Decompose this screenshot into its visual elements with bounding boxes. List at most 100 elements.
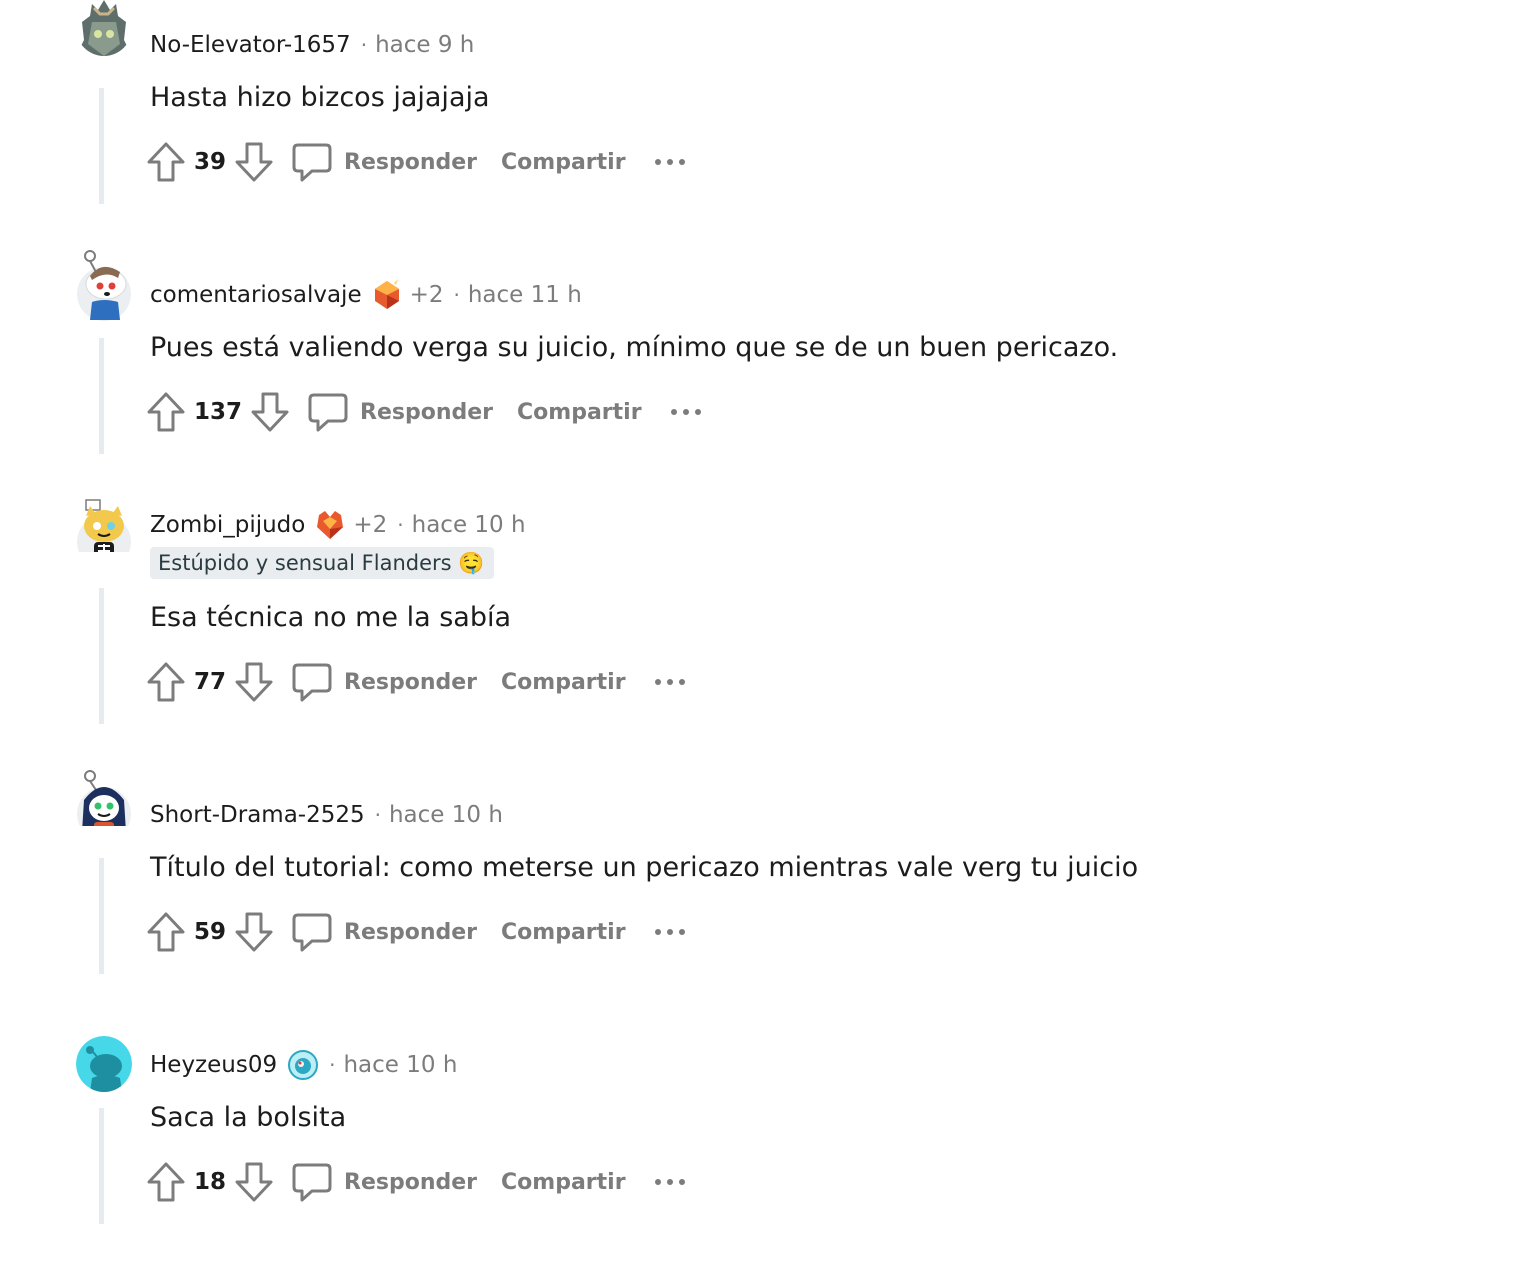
comment: Heyzeus09 · hace 10 h Saca la bolsita 18… [0, 1020, 1530, 1230]
comment-meta: Zombi_pijudo +2 · hace 10 h [150, 508, 526, 542]
cat-skeleton-avatar-icon[interactable] [76, 496, 132, 552]
comment-actions: 59 Responder Compartir [146, 910, 686, 954]
downvote-button[interactable] [234, 662, 274, 702]
share-button[interactable]: Compartir [501, 670, 626, 695]
downvote-button[interactable] [250, 392, 290, 432]
ellipsis-icon [654, 1179, 685, 1185]
hooded-snoo-avatar-icon[interactable] [76, 770, 132, 826]
comment-text: Hasta hizo bizcos jajajaja [150, 82, 490, 113]
comment-meta: No-Elevator-1657 · hace 9 h [150, 28, 474, 62]
ellipsis-icon [670, 409, 701, 415]
share-label: Compartir [517, 399, 642, 425]
more-options-button[interactable] [670, 392, 702, 432]
share-button[interactable]: Compartir [501, 1170, 626, 1195]
upvote-arrow-icon [147, 142, 185, 182]
more-options-button[interactable] [654, 912, 686, 952]
downvote-arrow-icon [235, 142, 273, 182]
robot-helmet-avatar-icon[interactable] [76, 0, 132, 56]
reply-button[interactable]: Responder [292, 1162, 477, 1202]
comment: comentariosalvaje +2 · hace 11 h Pues es… [0, 250, 1530, 460]
achievement-badge-icon[interactable] [287, 1049, 319, 1081]
more-options-button[interactable] [654, 1162, 686, 1202]
vote-score: 137 [194, 399, 243, 425]
reply-button[interactable]: Responder [292, 662, 477, 702]
author-name[interactable]: Heyzeus09 [150, 1052, 277, 1078]
more-awards-count[interactable]: +2 [410, 282, 444, 308]
thread-line[interactable] [99, 858, 104, 974]
timestamp[interactable]: hace 10 h [343, 1052, 457, 1078]
thread-line[interactable] [99, 588, 104, 724]
share-label: Compartir [501, 669, 626, 695]
share-button[interactable]: Compartir [501, 920, 626, 945]
comment-actions: 77 Responder Compartir [146, 660, 686, 704]
reply-button[interactable]: Responder [308, 392, 493, 432]
upvote-button[interactable] [146, 142, 186, 182]
downvote-arrow-icon [251, 392, 289, 432]
upvote-button[interactable] [146, 912, 186, 952]
more-options-button[interactable] [654, 142, 686, 182]
downvote-arrow-icon [235, 1162, 273, 1202]
more-awards-count[interactable]: +2 [353, 512, 387, 538]
comment-bubble-icon [292, 913, 332, 952]
comment: No-Elevator-1657 · hace 9 h Hasta hizo b… [0, 0, 1530, 210]
comment-text: Pues está valiendo verga su juicio, míni… [150, 332, 1119, 363]
comment-meta: comentariosalvaje +2 · hace 11 h [150, 278, 582, 312]
downvote-arrow-icon [235, 912, 273, 952]
thread-line[interactable] [99, 88, 104, 204]
user-flair: Estúpido y sensual Flanders 🤤 [150, 547, 495, 579]
upvote-arrow-icon [147, 1162, 185, 1202]
ellipsis-icon [654, 929, 685, 935]
upvote-button[interactable] [146, 1162, 186, 1202]
timestamp[interactable]: hace 10 h [412, 512, 526, 538]
comment-actions: 39 Responder Compartir [146, 140, 686, 184]
ellipsis-icon [654, 679, 685, 685]
upvote-arrow-icon [147, 392, 185, 432]
default-snoo-avatar-icon[interactable] [76, 1036, 132, 1092]
thread-line[interactable] [99, 1108, 104, 1224]
comment-text: Título del tutorial: como meterse un per… [150, 852, 1139, 883]
downvote-button[interactable] [234, 912, 274, 952]
upvote-arrow-icon [147, 662, 185, 702]
share-label: Compartir [501, 919, 626, 945]
comment-bubble-icon [292, 1163, 332, 1202]
snoo-avatar-icon[interactable] [76, 250, 132, 321]
comment-actions: 137 Responder Compartir [146, 390, 702, 434]
timestamp[interactable]: hace 10 h [389, 802, 503, 828]
reply-label: Responder [344, 919, 478, 945]
comment-actions: 18 Responder Compartir [146, 1160, 686, 1204]
downvote-arrow-icon [235, 662, 273, 702]
vote-score: 77 [194, 669, 227, 695]
comment-meta: Heyzeus09 · hace 10 h [150, 1048, 457, 1082]
author-name[interactable]: Zombi_pijudo [150, 512, 305, 538]
reply-label: Responder [360, 399, 494, 425]
thread-line[interactable] [99, 338, 104, 454]
more-options-button[interactable] [654, 662, 686, 702]
comment-text: Esa técnica no me la sabía [150, 602, 512, 633]
reply-button[interactable]: Responder [292, 912, 477, 952]
timestamp[interactable]: hace 11 h [468, 282, 582, 308]
comment-text: Saca la bolsita [150, 1102, 347, 1133]
reply-button[interactable]: Responder [292, 142, 477, 182]
reply-label: Responder [344, 669, 478, 695]
downvote-button[interactable] [234, 142, 274, 182]
downvote-button[interactable] [234, 1162, 274, 1202]
author-name[interactable]: comentariosalvaje [150, 282, 362, 308]
separator-dot: · [374, 803, 381, 827]
ellipsis-icon [654, 159, 685, 165]
award-gem-icon[interactable] [315, 509, 345, 541]
upvote-button[interactable] [146, 662, 186, 702]
comment-bubble-icon [292, 663, 332, 702]
separator-dot: · [360, 33, 368, 57]
author-name[interactable]: No-Elevator-1657 [150, 32, 351, 58]
comment-bubble-icon [292, 143, 332, 182]
share-button[interactable]: Compartir [517, 400, 642, 425]
vote-score: 59 [194, 919, 227, 945]
vote-score: 18 [194, 1169, 227, 1195]
timestamp[interactable]: hace 9 h [375, 32, 474, 58]
share-button[interactable]: Compartir [501, 150, 626, 175]
author-name[interactable]: Short-Drama-2525 [150, 802, 365, 828]
reply-label: Responder [344, 1169, 478, 1195]
award-gem-icon[interactable] [372, 279, 402, 311]
upvote-button[interactable] [146, 392, 186, 432]
comment-meta: Short-Drama-2525 · hace 10 h [150, 798, 503, 832]
